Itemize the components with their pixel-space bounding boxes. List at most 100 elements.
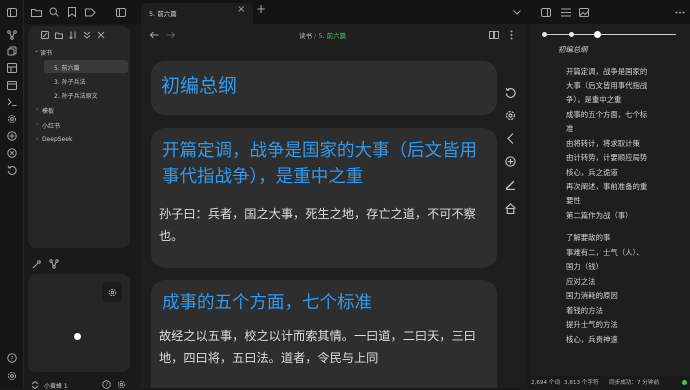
forward-arrow-icon[interactable]: [164, 29, 176, 41]
folder-chevron-right-icon: ›: [36, 121, 39, 128]
collapse-right-icon[interactable]: [540, 6, 552, 18]
outline-item[interactable]: 国力（钱）: [566, 261, 603, 272]
folder-deepseek[interactable]: DeepSeek: [42, 136, 72, 143]
outline-pane: 初编总纲 开篇定调，战争是国家的 大事（后文皆用事代指战 争），是重中之重 成事…: [530, 24, 690, 376]
list-icon[interactable]: [560, 6, 572, 18]
doc-title: 初编总纲: [161, 75, 238, 97]
tab-close-icon[interactable]: ×: [237, 4, 245, 15]
tab-title: 5. 前六篇: [149, 10, 177, 18]
section-heading: 开篇定调，战争是国家的大事（后文皆用事代指战争），是重中之重: [162, 141, 477, 187]
chevron-down-icon[interactable]: [511, 6, 523, 18]
outline-item[interactable]: 由计转势，计要顺应局势: [566, 152, 647, 163]
vault-switch-icon[interactable]: [30, 380, 40, 390]
vault-settings-icon[interactable]: [116, 379, 127, 390]
close-panel-icon[interactable]: [96, 30, 106, 40]
sort-icon[interactable]: [68, 30, 78, 40]
new-folder-icon[interactable]: [54, 30, 64, 40]
outline-item[interactable]: 开篇定调，战争是国家的: [566, 66, 647, 77]
more-options-icon[interactable]: [674, 6, 686, 18]
more-options-icon[interactable]: [505, 29, 517, 41]
graph-icon[interactable]: [48, 258, 60, 270]
plus-circle-icon[interactable]: [4, 130, 20, 142]
grid-icon[interactable]: [4, 62, 20, 74]
outline-item[interactable]: 由将转计，将求取计策: [566, 138, 640, 149]
status-bar: 2,694 个词 3,813 个字符 同步成功：7 分钟前: [527, 376, 690, 388]
outline-h1[interactable]: 初编总纲: [558, 44, 588, 55]
graph-node[interactable]: [74, 333, 81, 340]
close-circle-icon[interactable]: [4, 147, 20, 159]
outline-item[interactable]: 国力消耗的原因: [566, 290, 618, 301]
image-icon[interactable]: [578, 6, 590, 18]
home-icon[interactable]: [503, 201, 517, 215]
chevron-left-icon[interactable]: [503, 131, 517, 145]
graph-view-icon[interactable]: [4, 29, 20, 41]
tree-file-3[interactable]: 2. 孙子兵法原文: [54, 91, 98, 100]
folder-xiaohongshu[interactable]: 小红书: [42, 121, 60, 130]
undo-icon[interactable]: [503, 85, 517, 99]
folder-chevron-right-icon: ›: [36, 106, 39, 113]
graph-settings-button[interactable]: [102, 282, 122, 302]
file-explorer: ⌄ 读书 5. 前六篇 3. 孙子兵法 2. 孙子兵法原文 › 模板 › 小红书…: [28, 26, 130, 248]
bookmark-icon[interactable]: [66, 6, 78, 18]
folder-icon[interactable]: [30, 6, 42, 18]
search-icon[interactable]: [48, 6, 60, 18]
outline-item[interactable]: 要性: [566, 195, 581, 206]
settings-icon[interactable]: [4, 370, 20, 382]
title-bar: 5. 前六篇 × +: [24, 0, 690, 24]
slider-dot[interactable]: [569, 32, 574, 37]
outline-item[interactable]: 成事的五个方面，七个标: [566, 109, 647, 120]
outline-item[interactable]: 着钱的方法: [566, 305, 603, 316]
left-sidebar: ⌄ 读书 5. 前六篇 3. 孙子兵法 2. 孙子兵法原文 › 模板 › 小红书…: [24, 24, 136, 390]
magic-wand-icon[interactable]: [30, 258, 42, 270]
settings-gear-icon[interactable]: [503, 108, 517, 122]
settings-cog-icon[interactable]: [4, 113, 20, 125]
outline-item[interactable]: 核心，兵贵神速: [566, 334, 618, 345]
section-card-3: 成事的五个方面，七个标准 故经之以五事，校之以计而索其情。一曰道，二曰天，三曰地…: [151, 280, 497, 388]
add-circle-icon[interactable]: [503, 154, 517, 168]
collapse-left-icon[interactable]: [115, 6, 127, 18]
vault-name[interactable]: 小黄蜂 1: [44, 381, 68, 390]
word-count: 2,694 个词: [531, 380, 560, 386]
local-graph[interactable]: [28, 274, 130, 372]
slider-thumb[interactable]: [594, 31, 601, 38]
outline-item[interactable]: 第二篇作为战（事）: [566, 210, 633, 221]
copy-icon[interactable]: [4, 45, 20, 57]
slider-dot[interactable]: [542, 32, 547, 37]
calendar-icon[interactable]: [4, 79, 20, 91]
char-count: 3,813 个字符: [564, 380, 599, 386]
outline-item[interactable]: 提升士气的方法: [566, 319, 618, 330]
outline-item[interactable]: 核心，兵之诡道: [566, 167, 618, 178]
help-icon[interactable]: ?: [4, 352, 20, 364]
history-icon[interactable]: [4, 164, 20, 176]
outline-slider-track[interactable]: [544, 34, 676, 35]
edit-pencil-icon[interactable]: [503, 177, 517, 191]
folder-chevron-icon: ⌄: [34, 47, 40, 54]
terminal-icon[interactable]: [4, 96, 20, 108]
new-note-icon[interactable]: [40, 30, 50, 40]
section-heading: 成事的五个方面，七个标准: [162, 293, 372, 313]
reading-mode-icon[interactable]: [488, 29, 500, 41]
tag-icon[interactable]: [84, 6, 96, 18]
outline-item[interactable]: 准: [566, 123, 573, 134]
left-ribbon: ?: [0, 0, 24, 388]
sync-status[interactable]: 同步成功：7 分钟前: [609, 378, 659, 386]
collapse-all-icon[interactable]: [82, 30, 92, 40]
section-card-2: 开篇定调，战争是国家的大事（后文皆用事代指战争），是重中之重 孙子曰：兵者，国之…: [151, 128, 497, 268]
outline-item[interactable]: 应对之法: [566, 276, 596, 287]
outline-item[interactable]: 再次阐述，事前准备的重: [566, 181, 647, 192]
breadcrumb-parent[interactable]: 读书: [299, 32, 312, 40]
folder-reading[interactable]: 读书: [40, 48, 52, 57]
folder-templates[interactable]: 模板: [42, 106, 54, 115]
outline-item[interactable]: 了解要敌的事: [566, 232, 610, 243]
new-tab-button[interactable]: +: [256, 2, 266, 16]
outline-item[interactable]: 事难有二，士气（人）、: [566, 247, 644, 258]
help-icon[interactable]: ?: [101, 379, 112, 390]
tab-active[interactable]: 5. 前六篇 ×: [141, 3, 253, 24]
tree-file-1[interactable]: 5. 前六篇: [54, 63, 80, 72]
folder-chevron-right-icon: ›: [36, 136, 39, 143]
outline-item[interactable]: 争），是重中之重: [566, 94, 621, 105]
sidebar-toggle-icon[interactable]: [4, 6, 20, 18]
back-arrow-icon[interactable]: [148, 29, 160, 41]
outline-item[interactable]: 大事（后文皆用事代指战: [566, 80, 647, 91]
tree-file-2[interactable]: 3. 孙子兵法: [54, 77, 86, 86]
